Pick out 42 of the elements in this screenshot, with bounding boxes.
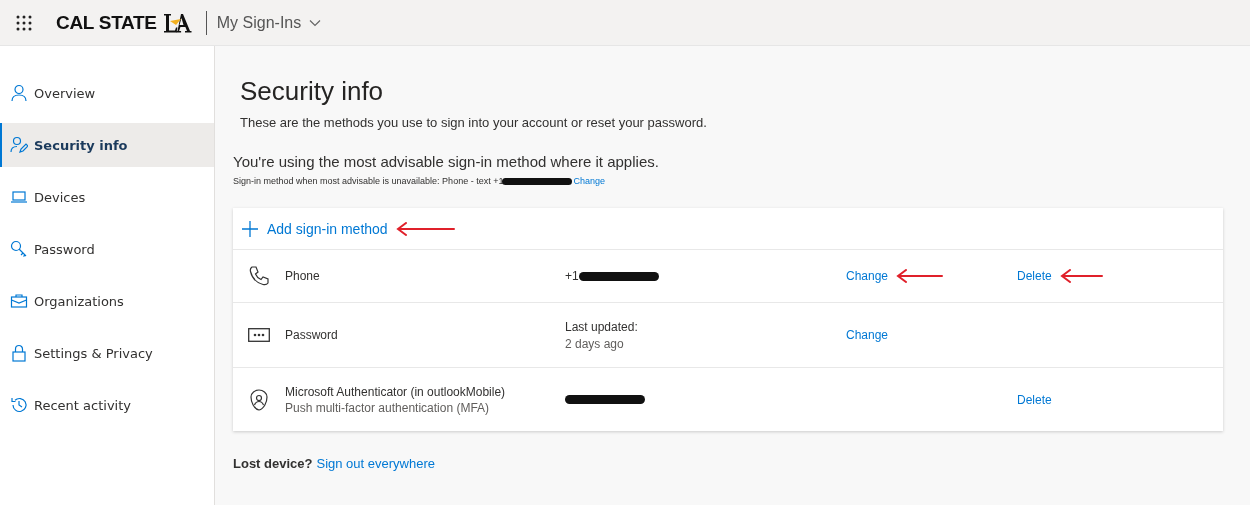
change-link[interactable]: Change [846,269,889,283]
app-launcher-icon[interactable] [16,14,32,31]
page-description: These are the methods you use to sign into your account or reset your password. [240,115,708,130]
lost-device-label: Lost device? [233,456,313,471]
fallback-method-text: Sign-in method when most advisable is unavailable: Phone - text +1 [233,176,504,186]
method-value: 2 days ago [565,336,624,351]
key-icon [10,240,28,258]
chevron-down-icon [309,18,322,27]
logo-icon [161,11,192,34]
change-link[interactable]: Change [573,176,605,186]
advisable-method-text: You're using the most advisable sign-in method where it applies. [233,153,660,170]
briefcase-icon [10,292,28,310]
page-title: Security info [240,76,385,107]
person-pen-icon [10,136,28,154]
value-label: Last updated: [565,319,639,334]
delete-link[interactable]: Delete [1017,269,1052,283]
person-icon [10,84,28,102]
sidebar-item[interactable]: Overview [0,71,214,115]
sidebar-item[interactable]: Recent activity [0,383,214,427]
method-value: +1 [565,269,579,283]
brand-logo-text: CAL STATE [56,11,157,34]
authenticator-icon [250,388,268,411]
sidebar-item[interactable]: Devices [0,175,214,219]
sidebar-item[interactable]: Organizations [0,279,214,323]
sidebar-item[interactable]: Password [0,227,214,271]
change-link[interactable]: Change [846,328,889,342]
method-name: Microsoft Authenticator (in outlookMobile) [285,384,507,399]
app-switcher-button[interactable]: My Sign-Ins [216,13,322,32]
sign-out-everywhere-link[interactable]: Sign out everywhere [316,456,435,471]
history-icon [10,396,28,414]
add-method-link[interactable]: Add sign-in method [242,220,388,237]
method-detail: Push multi-factor authentication (MFA) [285,400,491,415]
lock-icon [10,344,28,362]
phone-icon [248,265,270,287]
plus-icon [242,220,258,237]
method-name: Password [285,328,339,342]
sidebar-item[interactable]: Security info [0,123,214,167]
sidebar-item[interactable]: Settings & Privacy [0,331,214,375]
delete-link[interactable]: Delete [1017,392,1052,407]
method-name: Phone [285,269,321,283]
password-icon [248,328,270,342]
laptop-icon [10,188,28,206]
